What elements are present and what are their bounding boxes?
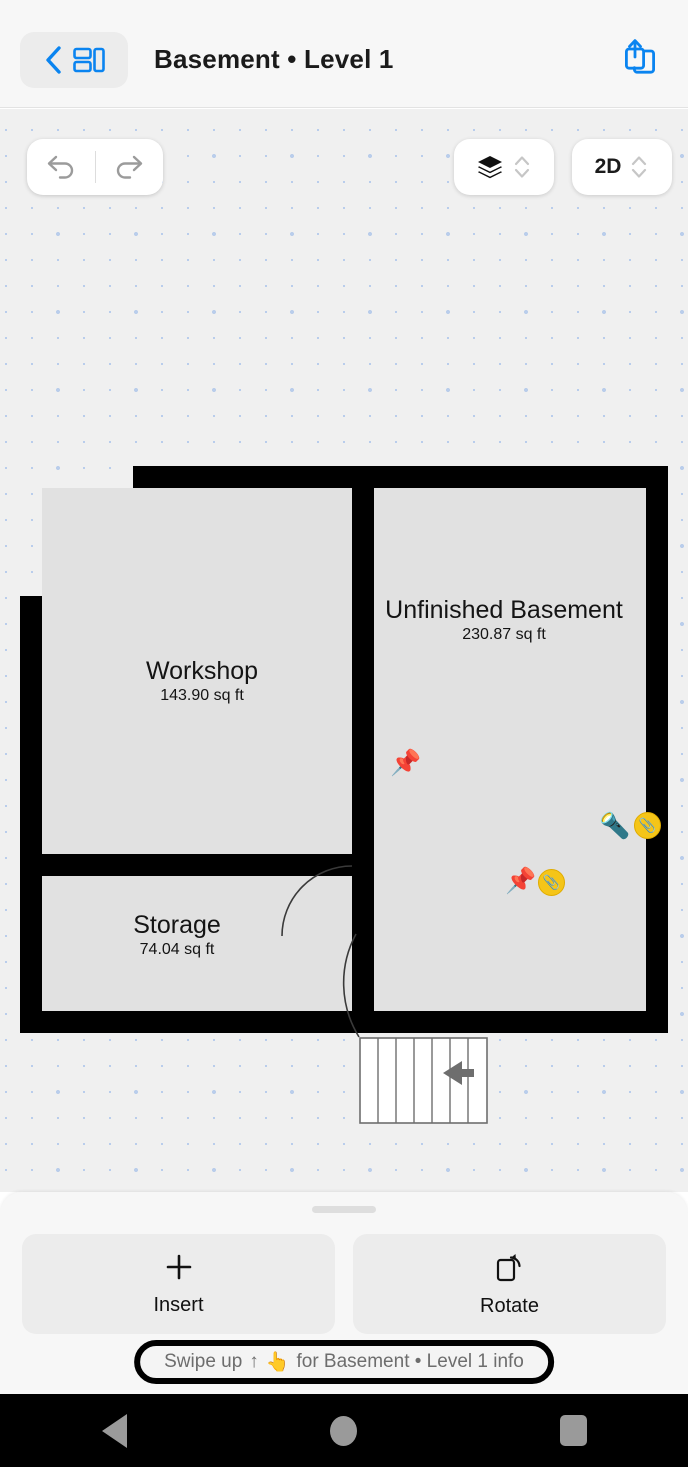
swipe-up-hint[interactable]: Swipe up ↑ 👆 for Basement • Level 1 info [134, 1340, 554, 1384]
layers-selector[interactable] [454, 139, 554, 195]
redo-button[interactable] [96, 139, 164, 195]
dimension-selector[interactable]: 2D [572, 139, 672, 195]
app-header: Basement • Level 1 [0, 0, 688, 108]
rotate-label: Rotate [480, 1294, 539, 1317]
chevron-left-icon [46, 46, 61, 74]
interior-wall-vertical [352, 466, 374, 934]
pointing-hand-icon: 👆 [265, 1352, 290, 1373]
interior-wall-horizontal [20, 854, 352, 876]
chevron-up-down-icon[interactable] [512, 152, 532, 182]
redo-icon [117, 155, 143, 179]
nav-back-button[interactable] [55, 1394, 175, 1467]
undo-icon [47, 155, 73, 179]
nav-home-button[interactable] [284, 1394, 404, 1467]
share-icon [625, 39, 655, 74]
floorplan-drawing[interactable] [0, 109, 688, 1192]
android-navbar [0, 1394, 688, 1467]
grid-layout-icon [73, 47, 105, 73]
action-buttons-row: Insert Rotate [22, 1234, 666, 1334]
swipe-hint-prefix: Swipe up [164, 1351, 243, 1372]
chevron-up-down-icon[interactable] [629, 152, 649, 182]
room-fill-storage [42, 876, 352, 1011]
marker-badge-attachment-2[interactable]: 📎 [538, 869, 565, 896]
swipe-hint-suffix: for Basement • Level 1 info [296, 1351, 524, 1372]
share-button[interactable] [612, 30, 666, 88]
nav-recents-button[interactable] [513, 1394, 633, 1467]
marker-pushpin-1[interactable]: 📌 [390, 751, 421, 776]
plus-icon [166, 1254, 191, 1279]
marker-pushpin-2[interactable]: 📌 [505, 869, 536, 894]
rotate-icon [496, 1253, 521, 1281]
floorplan-canvas[interactable]: Unfinished Basement 230.87 sq ft Worksho… [0, 109, 688, 1192]
undo-button[interactable] [27, 139, 95, 195]
insert-button[interactable]: Insert [22, 1234, 335, 1334]
dimension-label: 2D [594, 155, 622, 178]
undo-redo-group [27, 139, 163, 195]
arrow-up-icon: ↑ [249, 1351, 259, 1372]
app-root: Basement • Level 1 Unfinished Basement 2… [0, 0, 688, 1467]
rotate-button[interactable]: Rotate [353, 1234, 666, 1334]
home-circle-icon [330, 1415, 358, 1446]
back-to-grid-button[interactable] [20, 32, 128, 88]
page-title: Basement • Level 1 [154, 44, 394, 74]
recents-square-icon [559, 1415, 587, 1446]
layers-icon [478, 156, 502, 179]
back-triangle-icon [102, 1413, 128, 1448]
insert-label: Insert [153, 1293, 204, 1316]
marker-badge-attachment-1[interactable]: 📎 [634, 812, 661, 839]
sheet-drag-handle[interactable] [312, 1206, 376, 1213]
marker-flashlight[interactable]: 🔦 [599, 814, 630, 839]
